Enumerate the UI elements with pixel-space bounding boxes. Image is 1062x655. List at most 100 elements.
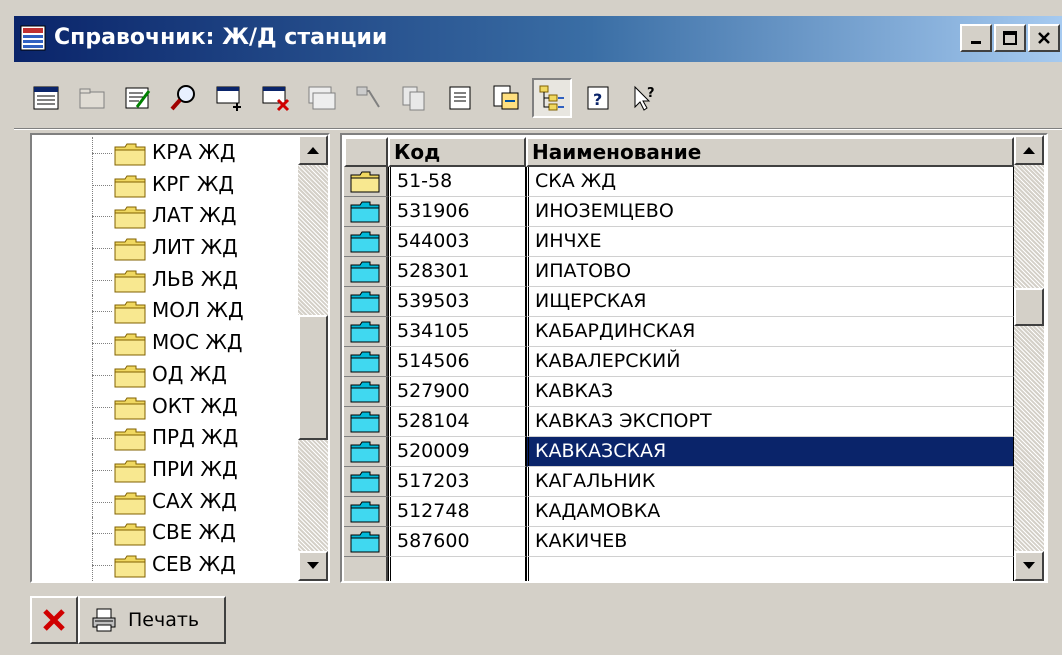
row-indicator	[344, 527, 388, 557]
cell-code[interactable]: 527900	[388, 377, 526, 407]
tree-node-label: СВЕ ЖД	[152, 520, 236, 545]
column-header-name[interactable]: Наименование	[526, 137, 1014, 167]
edit-record-icon	[125, 87, 151, 109]
help-icon: ?	[587, 86, 609, 110]
tree-node[interactable]: ОКТ ЖД	[32, 390, 300, 423]
tree-node[interactable]: МОЛ ЖД	[32, 295, 300, 328]
cell-name[interactable]: ИПАТОВО	[526, 257, 1014, 287]
add-record-button[interactable]	[210, 78, 250, 118]
tree-scroll-up-button[interactable]	[298, 135, 328, 165]
tree-node[interactable]: САХ ЖД	[32, 485, 300, 518]
title-bar[interactable]: Справочник: Ж/Д станции	[14, 16, 1062, 62]
table-row[interactable]: 528301 ИПАТОВО	[344, 257, 1014, 287]
tree-node-label: МОЛ ЖД	[152, 298, 244, 323]
cell-code[interactable]: 517203	[388, 467, 526, 497]
table-row[interactable]: 527900 КАВКАЗ	[344, 377, 1014, 407]
cell-code[interactable]: 531906	[388, 197, 526, 227]
cell-name[interactable]: КАВКАЗСКАЯ	[526, 437, 1014, 467]
folder-button[interactable]	[72, 78, 112, 118]
table-row[interactable]: 528104 КАВКАЗ ЭКСПОРТ	[344, 407, 1014, 437]
tree-node[interactable]: КРГ ЖД	[32, 168, 300, 201]
tree-view-button[interactable]	[532, 78, 572, 118]
tree-node[interactable]: СЕВ ЖД	[32, 548, 300, 581]
print-button[interactable]: Печать	[78, 596, 226, 644]
cell-name[interactable]: СКА ЖД	[526, 167, 1014, 197]
tree-scroll-down-button[interactable]	[298, 551, 328, 581]
cell-code[interactable]: 528104	[388, 407, 526, 437]
tree-node[interactable]: ПРД ЖД	[32, 422, 300, 454]
row-indicator	[344, 467, 388, 497]
cell-code[interactable]: 520009	[388, 437, 526, 467]
grid-scroll-down-button[interactable]	[1014, 551, 1044, 581]
tree-node[interactable]: МОС ЖД	[32, 327, 300, 359]
cell-name[interactable]: ИЩЕРСКАЯ	[526, 287, 1014, 317]
cell-code[interactable]: 539503	[388, 287, 526, 317]
cell-code[interactable]: 528301	[388, 257, 526, 287]
grid-scroll-thumb[interactable]	[1014, 288, 1044, 326]
cell-code[interactable]	[388, 557, 526, 581]
export-button[interactable]	[486, 78, 526, 118]
tree-node[interactable]: СВЕ ЖД	[32, 517, 300, 549]
cell-name[interactable]: КАДАМОВКА	[526, 497, 1014, 527]
table-row-empty[interactable]	[344, 557, 1014, 581]
cell-code[interactable]: 544003	[388, 227, 526, 257]
cell-name[interactable]: КАВКАЗ	[526, 377, 1014, 407]
column-header-code[interactable]: Код	[388, 137, 526, 167]
minimize-button[interactable]	[960, 24, 992, 52]
table-row[interactable]: 517203 КАГАЛЬНИК	[344, 467, 1014, 497]
table-row[interactable]: 544003 ИНЧХЕ	[344, 227, 1014, 257]
grid-scroll-up-button[interactable]	[1014, 135, 1044, 165]
cancel-button[interactable]	[30, 596, 78, 644]
cell-name[interactable]: ИНЧХЕ	[526, 227, 1014, 257]
cell-name[interactable]: КАВАЛЕРСКИЙ	[526, 347, 1014, 377]
tree-node[interactable]: ОД ЖД	[32, 358, 300, 391]
table-row[interactable]: 514506 КАВАЛЕРСКИЙ	[344, 347, 1014, 377]
delete-record-button[interactable]	[256, 78, 296, 118]
cell-code[interactable]: 51-58	[388, 167, 526, 197]
help-button[interactable]: ?	[578, 78, 618, 118]
grid-scrollbar[interactable]	[1014, 135, 1044, 581]
close-button[interactable]	[1028, 24, 1060, 52]
copy-button[interactable]	[394, 78, 434, 118]
cell-code[interactable]: 514506	[388, 347, 526, 377]
app-icon	[20, 25, 46, 51]
table-row[interactable]: 512748 КАДАМОВКА	[344, 497, 1014, 527]
tree-node[interactable]: ЛЬВ ЖД	[32, 263, 300, 296]
table-row[interactable]: 531906 ИНОЗЕМЦЕВО	[344, 197, 1014, 227]
table-row[interactable]: 520009 КАВКАЗСКАЯ	[344, 437, 1014, 467]
cell-code[interactable]: 512748	[388, 497, 526, 527]
table-row[interactable]: 534105 КАБАРДИНСКАЯ	[344, 317, 1014, 347]
tree-scroll-thumb[interactable]	[298, 315, 328, 440]
search-button[interactable]	[164, 78, 204, 118]
tree-node[interactable]: ПРИ ЖД	[32, 453, 300, 486]
cell-name[interactable]: КАВКАЗ ЭКСПОРТ	[526, 407, 1014, 437]
cell-name[interactable]: ИНОЗЕМЦЕВО	[526, 197, 1014, 227]
table-row[interactable]: 51-58 СКА ЖД	[344, 167, 1014, 197]
cell-name[interactable]	[526, 557, 1014, 581]
cell-code[interactable]: 587600	[388, 527, 526, 557]
cell-name[interactable]: КАБАРДИНСКАЯ	[526, 317, 1014, 347]
cell-name[interactable]: КАКИЧЕВ	[526, 527, 1014, 557]
maximize-button[interactable]	[994, 24, 1026, 52]
table-row[interactable]: 539503 ИЩЕРСКАЯ	[344, 287, 1014, 317]
stations-grid[interactable]: Код Наименование 51-58 СКА ЖД 531906 ИНОЗЕМ…	[340, 133, 1048, 583]
copy-record-button[interactable]	[302, 78, 342, 118]
cell-name[interactable]: КАГАЛЬНИК	[526, 467, 1014, 497]
cell-code[interactable]: 534105	[388, 317, 526, 347]
arrow-up-icon	[307, 147, 319, 154]
move-record-button[interactable]	[348, 78, 388, 118]
paste-button[interactable]	[440, 78, 480, 118]
row-indicator	[344, 257, 388, 287]
table-row[interactable]: 587600 КАКИЧЕВ	[344, 527, 1014, 557]
list-view-button[interactable]	[26, 78, 66, 118]
context-help-button[interactable]: ?	[624, 78, 664, 118]
tree-node[interactable]: ЛИТ ЖД	[32, 232, 300, 264]
edit-record-button[interactable]	[118, 78, 158, 118]
maximize-icon	[1003, 31, 1017, 45]
tree-connector	[92, 311, 112, 313]
tree-scrollbar[interactable]	[298, 135, 328, 581]
tree-node[interactable]: ЛАТ ЖД	[32, 200, 300, 233]
tree-node[interactable]: КРА ЖД	[32, 137, 300, 169]
row-indicator	[344, 317, 388, 347]
railway-tree[interactable]: КРА ЖД КРГ ЖД ЛАТ ЖД ЛИТ ЖД ЛЬВ ЖД МОЛ ЖД МОС …	[30, 133, 330, 583]
